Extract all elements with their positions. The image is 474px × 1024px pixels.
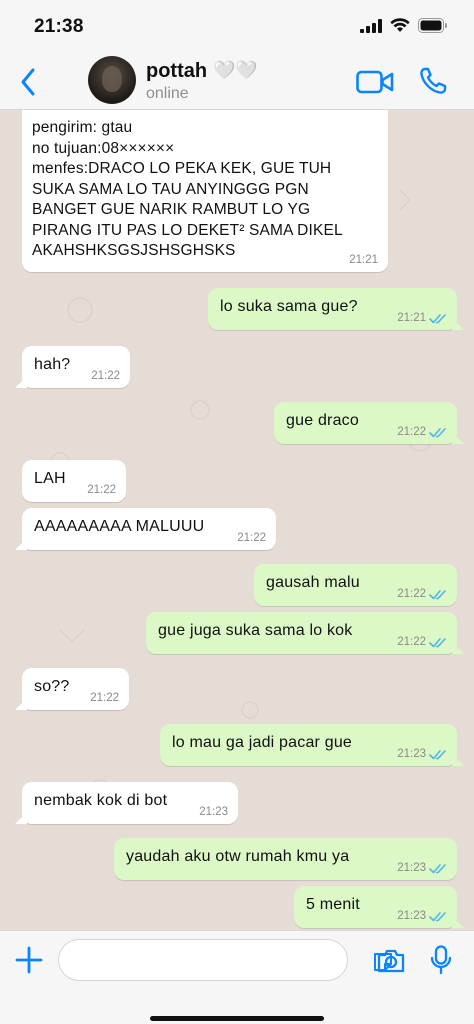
message-meta: 21:22 — [397, 426, 449, 438]
message-bubble-outgoing[interactable]: 5 menit 21:23 — [294, 886, 464, 928]
chat-area[interactable]: pengirim: gtau no tujuan:08×××××× menfes… — [0, 110, 474, 930]
message-text: so?? — [34, 678, 70, 695]
bubble-tail — [15, 376, 27, 388]
signal-icon — [360, 18, 382, 33]
message-bubble-outgoing[interactable]: yaudah aku otw rumah kmu ya 21:23 — [114, 838, 457, 880]
message-bubble-outgoing[interactable]: lo suka sama gue? 21:21 — [208, 288, 464, 330]
message-timestamp: 21:21 — [397, 312, 426, 324]
message-timestamp: 21:22 — [237, 532, 266, 544]
message-text: gue draco — [286, 412, 359, 429]
message-bubble-outgoing[interactable]: gue draco 21:22 — [274, 402, 464, 444]
message-text-line: SUKA SAMA LO TAU ANYINGGG PGN — [32, 180, 309, 198]
message-bubble-incoming[interactable]: pengirim: gtau no tujuan:08×××××× menfes… — [22, 110, 388, 272]
contact-avatar[interactable] — [88, 56, 136, 104]
status-bar: 21:38 — [0, 0, 474, 54]
message-timestamp: 21:22 — [91, 370, 120, 382]
message-input[interactable] — [58, 939, 392, 981]
message-meta: 21:23 — [397, 910, 449, 922]
message-timestamp: 21:23 — [397, 910, 426, 922]
message-bubble-incoming[interactable]: LAH 21:22 — [22, 460, 126, 502]
message-bubble-incoming[interactable]: AAAAAAAAA MALUUU 21:22 — [15, 508, 276, 550]
video-camera-icon[interactable] — [356, 70, 394, 94]
chat-header: pottah 🤍🤍 online — [0, 54, 474, 110]
message-text-line: menfes:DRACO LO PEKA KEK, GUE TUH — [32, 160, 332, 177]
message-text: lo suka sama gue? — [220, 298, 358, 315]
message-meta: 21:22 — [397, 636, 449, 648]
message-meta: 21:23 — [397, 748, 449, 760]
message-text: LAH — [34, 470, 66, 487]
microphone-icon[interactable] — [430, 945, 452, 975]
message-bubble-outgoing[interactable]: lo mau ga jadi pacar gue 21:23 — [160, 724, 464, 766]
camera-icon[interactable] — [376, 948, 406, 974]
contact-name-emoji: 🤍🤍 — [213, 60, 258, 80]
bubble-tail — [452, 916, 464, 928]
message-text: 5 menit — [306, 896, 360, 913]
read-receipt-icon — [429, 749, 446, 759]
bubble-tail — [15, 538, 27, 550]
message-meta: 21:22 — [397, 588, 449, 600]
message-timestamp: 21:22 — [90, 692, 119, 704]
wifi-icon — [390, 18, 410, 32]
message-timestamp: 21:21 — [349, 254, 378, 266]
read-receipt-icon — [429, 863, 446, 873]
message-text-line: BANGET GUE NARIK RAMBUT LO YG — [32, 201, 311, 218]
message-timestamp: 21:23 — [199, 806, 228, 818]
message-text: nembak kok di bot — [34, 792, 168, 809]
bubble-tail — [452, 318, 464, 330]
message-timestamp: 21:22 — [397, 426, 426, 438]
read-receipt-icon — [429, 911, 446, 921]
bubble-tail — [452, 754, 464, 766]
message-timestamp: 21:22 — [397, 588, 426, 600]
read-receipt-icon — [429, 589, 446, 599]
contact-name[interactable]: pottah — [146, 60, 207, 83]
read-receipt-icon — [429, 313, 446, 323]
bubble-tail — [15, 812, 27, 824]
message-text-line: pengirim: gtau — [32, 119, 133, 136]
contact-status: online — [146, 85, 189, 102]
message-timestamp: 21:23 — [397, 748, 426, 760]
plus-icon[interactable] — [14, 945, 44, 975]
message-text-line: no tujuan:08×××××× — [32, 139, 175, 157]
status-time: 21:38 — [34, 16, 84, 37]
message-bubble-incoming[interactable]: so?? 21:22 — [15, 668, 129, 710]
bubble-tail — [452, 432, 464, 444]
battery-icon — [418, 18, 447, 33]
message-text: AAAAAAAAA MALUUU — [34, 518, 205, 535]
message-meta: 21:21 — [397, 312, 449, 324]
back-button[interactable] — [16, 66, 40, 98]
status-icons — [360, 18, 448, 33]
message-timestamp: 21:22 — [87, 484, 116, 496]
message-timestamp: 21:22 — [397, 636, 426, 648]
message-text: gue juga suka sama lo kok — [158, 622, 353, 639]
message-bubble-incoming[interactable]: nembak kok di bot 21:23 — [15, 782, 238, 824]
message-input-bar — [0, 930, 474, 1024]
message-bubble-outgoing[interactable]: gue juga suka sama lo kok 21:22 — [146, 612, 464, 654]
bubble-tail — [452, 642, 464, 654]
message-bubble-incoming[interactable]: hah? 21:22 — [15, 346, 130, 388]
phone-icon[interactable] — [418, 66, 448, 96]
message-text: hah? — [34, 356, 71, 373]
message-bubble-outgoing[interactable]: gausah malu 21:22 — [254, 564, 457, 606]
message-timestamp: 21:23 — [397, 862, 426, 874]
message-text: lo mau ga jadi pacar gue — [172, 734, 353, 751]
message-text-line: PIRANG ITU PAS LO DEKET² SAMA DIKEL — [32, 221, 343, 239]
message-text: gausah malu — [266, 574, 360, 591]
message-meta: 21:23 — [397, 862, 449, 874]
message-text-line: AKAHSHKSGSJSHSGHSKS — [32, 242, 236, 259]
home-indicator — [150, 1016, 324, 1021]
read-receipt-icon — [429, 427, 446, 437]
message-text: yaudah aku otw rumah kmu ya — [126, 848, 350, 865]
read-receipt-icon — [429, 637, 446, 647]
bubble-tail — [15, 698, 27, 710]
